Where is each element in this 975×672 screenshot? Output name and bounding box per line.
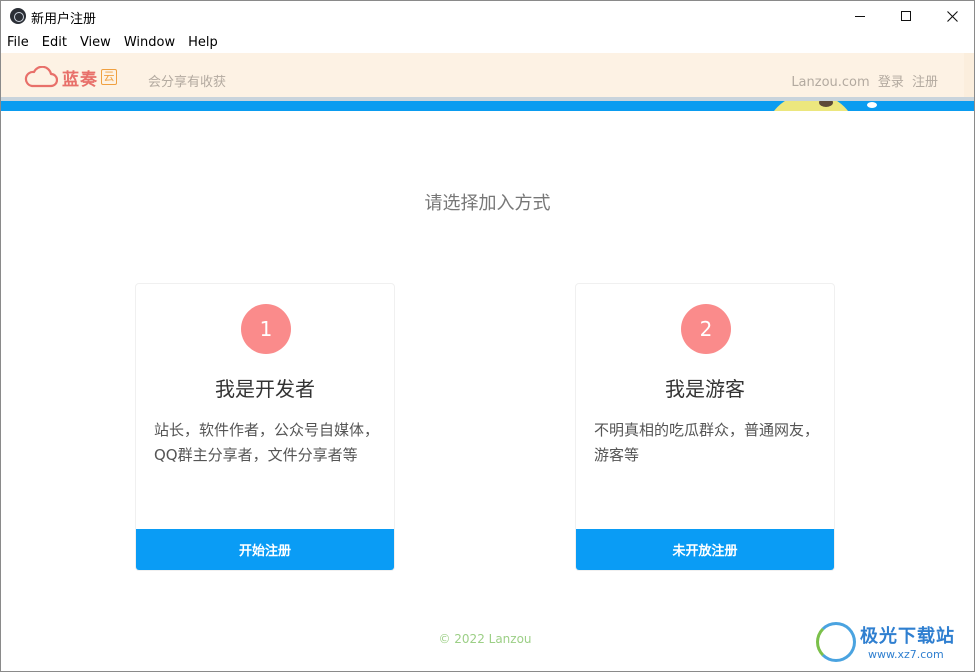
menu-edit[interactable]: Edit [42, 35, 67, 50]
menu-window[interactable]: Window [124, 35, 175, 50]
header-links: Lanzou.com 登录 注册 [787, 71, 938, 90]
not-open-register-button[interactable]: 未开放注册 [576, 529, 834, 570]
cloud-icon [24, 66, 58, 88]
mascot-image [766, 101, 856, 111]
banner-strip [1, 97, 974, 111]
logo-text: 蓝奏 [62, 69, 98, 90]
watermark-name: 极光下载站 [860, 626, 955, 647]
card-title: 我是开发者 [215, 377, 315, 401]
close-button[interactable] [929, 1, 974, 31]
card-description: 站长，软件作者，公众号自媒体，QQ群主分享者，文件分享者等 [154, 421, 380, 464]
maximize-icon [901, 11, 911, 21]
app-icon [10, 8, 26, 24]
card-description: 不明真相的吃瓜群众，普通网友，游客等 [594, 421, 820, 464]
app-window: 新用户注册 File Edit View Window Help 蓝奏 云 会分… [0, 0, 975, 672]
card-title: 我是游客 [665, 377, 745, 401]
maximize-button[interactable] [883, 1, 929, 31]
minimize-button[interactable] [837, 1, 883, 31]
menu-view[interactable]: View [80, 35, 111, 50]
site-link[interactable]: Lanzou.com [791, 75, 869, 90]
slogan: 会分享有收获 [148, 75, 227, 90]
title-bar[interactable]: 新用户注册 [1, 1, 974, 31]
developer-card: 1 我是开发者 站长，软件作者，公众号自媒体，QQ群主分享者，文件分享者等 开始… [135, 283, 395, 571]
site-logo[interactable]: 蓝奏 云 [24, 65, 117, 90]
register-link[interactable]: 注册 [912, 75, 938, 90]
step-number: 2 [681, 304, 731, 354]
menu-help[interactable]: Help [188, 35, 218, 50]
start-register-button[interactable]: 开始注册 [136, 529, 394, 570]
mascot-eye [819, 101, 833, 107]
site-header: 蓝奏 云 会分享有收获 Lanzou.com 登录 注册 [1, 53, 974, 97]
visitor-card: 2 我是游客 不明真相的吃瓜群众，普通网友，游客等 未开放注册 [575, 283, 835, 571]
logo-badge: 云 [101, 69, 117, 85]
watermark-url: www.xz7.com [868, 648, 944, 661]
menu-file[interactable]: File [7, 35, 29, 50]
watermark: 极光下载站 www.xz7.com [816, 618, 971, 666]
scrollbar[interactable] [964, 53, 974, 97]
bubble-shape [867, 102, 877, 108]
page-heading: 请选择加入方式 [424, 193, 551, 214]
menu-bar: File Edit View Window Help [1, 31, 974, 53]
watermark-logo-icon [816, 622, 856, 662]
close-icon [946, 10, 958, 22]
step-number: 1 [241, 304, 291, 354]
login-link[interactable]: 登录 [878, 75, 904, 90]
window-title: 新用户注册 [31, 12, 97, 27]
minimize-icon [855, 15, 865, 17]
